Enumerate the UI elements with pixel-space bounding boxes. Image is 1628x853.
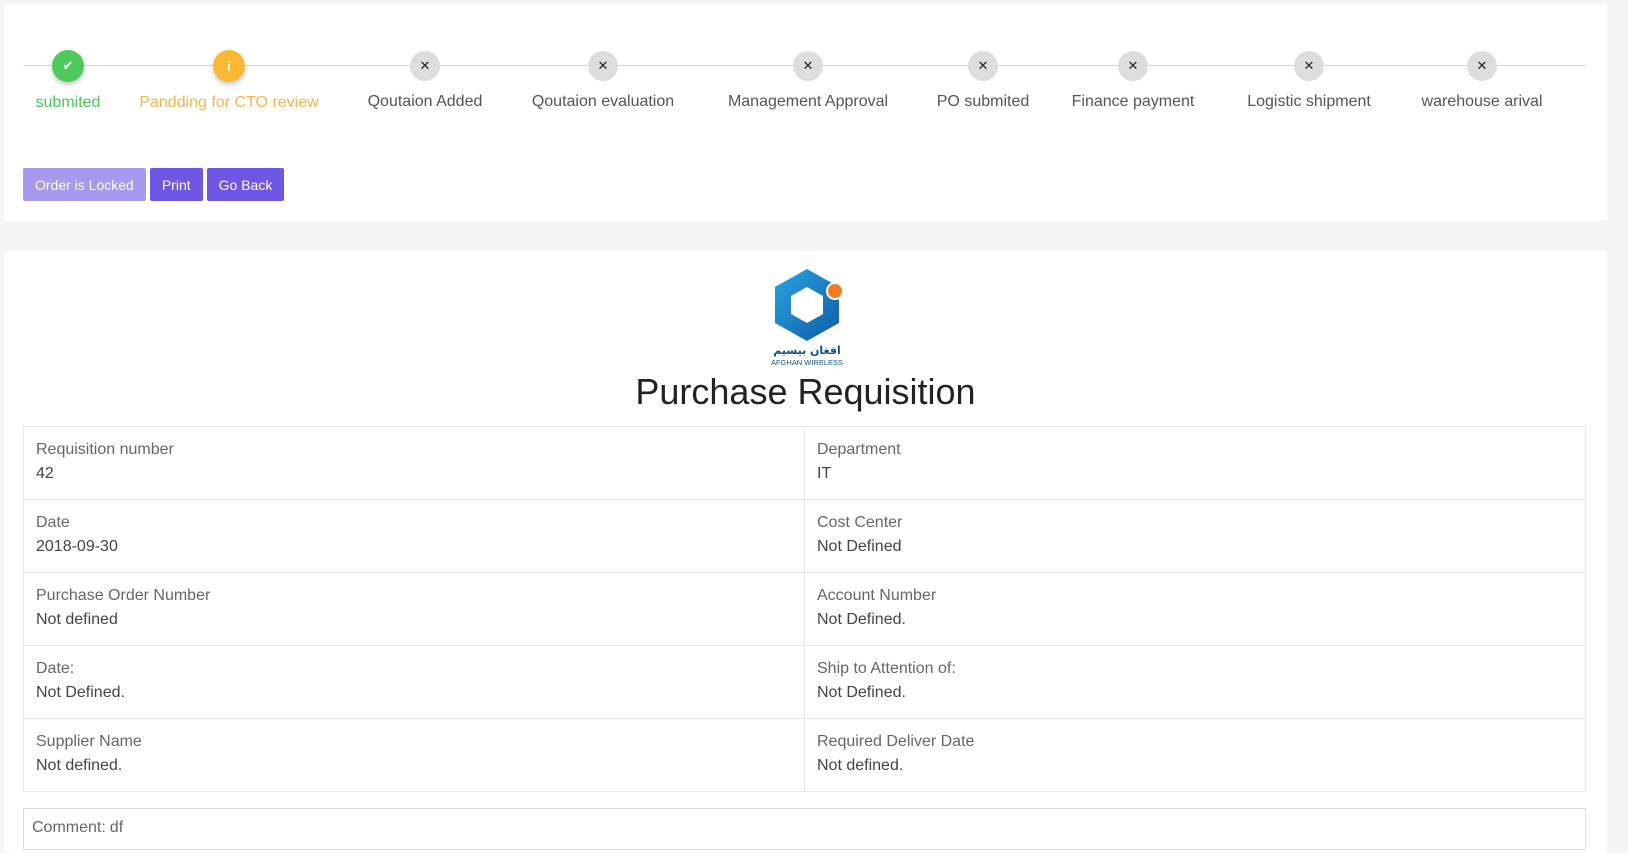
field-value: Not defined. <box>817 757 904 774</box>
step-label: Finance payment <box>1071 93 1195 110</box>
page-title: Purchase Requisition <box>635 371 976 412</box>
step-label: Qoutaion Added <box>367 93 483 110</box>
requisition-document: افغان بیسیم AFGHAN WIRELESS Purchase Req… <box>4 251 1607 853</box>
field-value: IT <box>817 465 832 482</box>
field-label: Date: <box>36 660 75 677</box>
step-label: Logistic shipment <box>1247 93 1371 110</box>
comment-label: Comment: <box>32 819 106 836</box>
step-cto-review: i Pandding for CTO review <box>129 48 329 112</box>
field-label: Requisition number <box>36 441 174 458</box>
field-supplier-name: Supplier Name Not defined. <box>23 718 805 792</box>
progress-tracker: ✔ submited i Pandding for CTO review ✕ Q… <box>23 48 1586 118</box>
x-icon: ✕ <box>588 51 618 81</box>
x-icon: ✕ <box>1467 51 1497 81</box>
action-bar: Order is Locked Print Go Back <box>23 168 285 201</box>
step-label: Pandding for CTO review <box>139 94 319 111</box>
field-value: 42 <box>36 465 54 482</box>
field-label: Cost Center <box>817 514 903 531</box>
svg-text:AFGHAN WIRELESS: AFGHAN WIRELESS <box>771 358 843 367</box>
step-warehouse-arrival: ✕ warehouse arival <box>1382 48 1582 111</box>
field-department: Department IT <box>804 426 1586 500</box>
step-logistic-shipment: ✕ Logistic shipment <box>1209 48 1409 111</box>
field-label: Account Number <box>817 587 937 604</box>
field-value: Not Defined <box>817 538 902 555</box>
x-icon: ✕ <box>1118 51 1148 81</box>
table-row: Purchase Order Number Not defined Accoun… <box>23 572 1586 646</box>
table-row: Requisition number 42 Department IT <box>23 426 1586 500</box>
field-cost-center: Cost Center Not Defined <box>804 499 1586 573</box>
field-value: Not Defined. <box>817 611 906 628</box>
requisition-info-table: Requisition number 42 Department IT Date… <box>23 426 1586 792</box>
step-label: Management Approval <box>727 93 889 110</box>
x-icon: ✕ <box>1294 51 1324 81</box>
field-value: Not Defined. <box>817 684 906 701</box>
x-icon: ✕ <box>793 51 823 81</box>
x-icon: ✕ <box>968 51 998 81</box>
table-row: Date: Not Defined. Ship to Attention of:… <box>23 645 1586 719</box>
step-quotation-added: ✕ Qoutaion Added <box>325 48 525 111</box>
svg-text:افغان بیسیم: افغان بیسیم <box>773 344 840 357</box>
field-label: Department <box>817 441 901 458</box>
comment-value: df <box>109 819 124 836</box>
field-value: Not Defined. <box>36 684 125 701</box>
go-back-button[interactable]: Go Back <box>206 168 285 201</box>
x-icon: ✕ <box>410 51 440 81</box>
field-label: Required Deliver Date <box>817 733 975 750</box>
afghan-wireless-logo-icon: افغان بیسیم AFGHAN WIRELESS <box>771 269 844 367</box>
table-row: Date 2018-09-30 Cost Center Not Defined <box>23 499 1586 573</box>
field-label: Date <box>36 514 70 531</box>
field-label: Ship to Attention of: <box>817 660 956 677</box>
field-purchase-order-number: Purchase Order Number Not defined <box>23 572 805 646</box>
step-label: Qoutaion evaluation <box>531 93 675 110</box>
field-value: Not defined <box>36 611 118 628</box>
field-value: 2018-09-30 <box>36 538 118 555</box>
print-button[interactable]: Print <box>149 168 203 201</box>
step-quotation-evaluation: ✕ Qoutaion evaluation <box>503 48 703 111</box>
comment-box: Comment: df <box>23 808 1586 850</box>
field-label: Supplier Name <box>36 733 142 750</box>
field-value: Not defined. <box>36 757 123 774</box>
check-icon: ✔ <box>52 50 84 82</box>
info-icon: i <box>213 50 245 82</box>
step-label: warehouse arival <box>1421 93 1543 110</box>
company-logo: افغان بیسیم AFGHAN WIRELESS <box>769 267 845 367</box>
field-requisition-number: Requisition number 42 <box>23 426 805 500</box>
status-card: ✔ submited i Pandding for CTO review ✕ Q… <box>4 4 1607 221</box>
field-ship-to-attention: Ship to Attention of: Not Defined. <box>804 645 1586 719</box>
table-row: Supplier Name Not defined. Required Deli… <box>23 718 1586 792</box>
field-date: Date 2018-09-30 <box>23 499 805 573</box>
step-finance-payment: ✕ Finance payment <box>1033 48 1233 111</box>
field-account-number: Account Number Not Defined. <box>804 572 1586 646</box>
field-required-deliver-date: Required Deliver Date Not defined. <box>804 718 1586 792</box>
field-po-date: Date: Not Defined. <box>23 645 805 719</box>
order-locked-button[interactable]: Order is Locked <box>23 168 146 201</box>
step-management-approval: ✕ Management Approval <box>708 48 908 111</box>
field-label: Purchase Order Number <box>36 587 211 604</box>
